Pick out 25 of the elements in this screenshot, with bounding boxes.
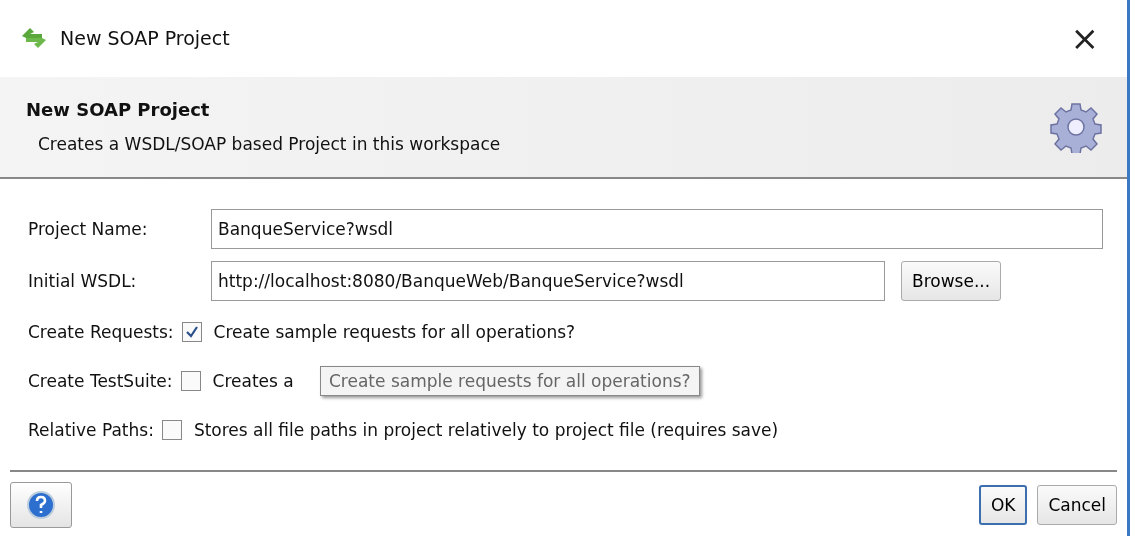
dialog-button[interactable]: Cancel: [1037, 485, 1117, 525]
option-label: Create Requests:: [28, 321, 174, 342]
dialog-button[interactable]: OK: [978, 485, 1028, 525]
help-icon: [26, 490, 56, 520]
tooltip: Create sample requests for all operations?: [320, 366, 700, 396]
header-subtitle: Creates a WSDL/SOAP based Project in this workspace: [37, 134, 502, 155]
option-label: Relative Paths:: [28, 419, 154, 440]
option-label: Create TestSuite:: [28, 370, 173, 391]
gear-icon: [1050, 100, 1102, 153]
app-logo-icon: [20, 26, 48, 51]
field-label: Project Name:: [28, 219, 149, 239]
checkbox[interactable]: [180, 370, 201, 391]
header-title: New SOAP Project: [26, 99, 211, 121]
browse-button[interactable]: Browse...: [901, 261, 1002, 301]
field-label: Initial WSDL:: [28, 271, 138, 291]
checkbox[interactable]: [181, 321, 202, 342]
window-title: New SOAP Project: [60, 27, 231, 50]
checkbox[interactable]: [161, 419, 182, 440]
text-field[interactable]: http://localhost:8080/BanqueWeb/BanqueService?wsdl: [211, 261, 885, 301]
help-button[interactable]: [10, 482, 72, 528]
checkbox-text: Stores all file paths in project relatively to project file (requires save): [193, 419, 779, 440]
checkbox-text: Create sample requests for all operations?: [213, 321, 576, 342]
checkbox-text: Creates a: [212, 370, 294, 391]
text-field[interactable]: BanqueService?wsdl: [211, 209, 1103, 249]
close-button[interactable]: ×: [1062, 18, 1107, 59]
